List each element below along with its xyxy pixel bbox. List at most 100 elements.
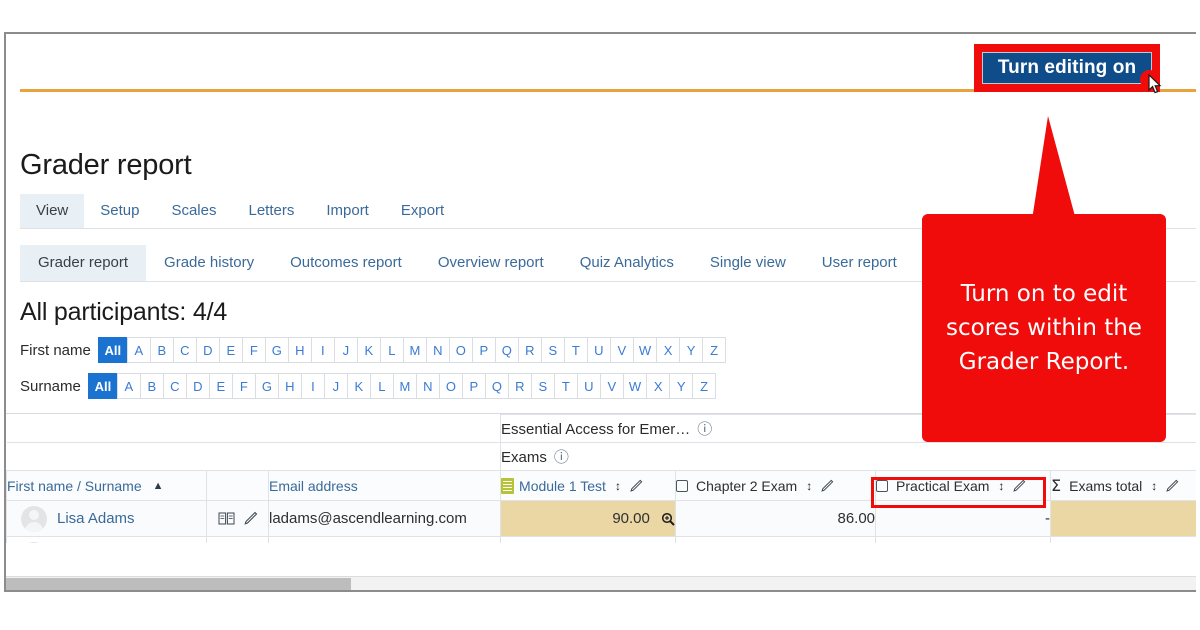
sort-toggle-icon[interactable]: ↕ xyxy=(806,479,812,493)
surname-filter-b[interactable]: B xyxy=(140,373,164,399)
sort-toggle-icon[interactable]: ↕ xyxy=(998,479,1004,493)
first-name-filter-o[interactable]: O xyxy=(449,337,473,363)
surname-filter-z[interactable]: Z xyxy=(692,373,716,399)
first-name-filter-g[interactable]: G xyxy=(265,337,289,363)
surname-filter-g[interactable]: G xyxy=(255,373,279,399)
tab-import[interactable]: Import xyxy=(310,194,385,228)
surname-filter-n[interactable]: N xyxy=(416,373,440,399)
first-name-filter-t[interactable]: T xyxy=(564,337,588,363)
practical-checkbox[interactable] xyxy=(876,480,888,492)
grade-cell-chapter2[interactable]: 79.00 xyxy=(676,537,876,544)
first-name-filter-f[interactable]: F xyxy=(242,337,266,363)
surname-filter-c[interactable]: C xyxy=(163,373,187,399)
first-name-filter-k[interactable]: K xyxy=(357,337,381,363)
first-name-filter-b[interactable]: B xyxy=(150,337,174,363)
surname-filter-r[interactable]: R xyxy=(508,373,532,399)
surname-filter-u[interactable]: U xyxy=(577,373,601,399)
first-name-filter-m[interactable]: M xyxy=(403,337,427,363)
surname-filter-v[interactable]: V xyxy=(600,373,624,399)
tab-outcomes-report[interactable]: Outcomes report xyxy=(272,245,420,281)
grade-cell-practical[interactable]: - xyxy=(876,501,1051,537)
surname-filter-all[interactable]: All xyxy=(88,373,118,399)
surname-filter-o[interactable]: O xyxy=(439,373,463,399)
first-name-filter-c[interactable]: C xyxy=(173,337,197,363)
grade-cell-module1[interactable]: - xyxy=(501,537,676,544)
first-name-filter-all[interactable]: All xyxy=(98,337,128,363)
first-name-filter-y[interactable]: Y xyxy=(679,337,703,363)
first-name-filter-e[interactable]: E xyxy=(219,337,243,363)
tab-quiz-analytics[interactable]: Quiz Analytics xyxy=(562,245,692,281)
collapse-category-icon[interactable]: ⓘ xyxy=(554,446,569,467)
gradebook-book-icon[interactable] xyxy=(218,511,235,526)
sort-toggle-icon[interactable]: ↕ xyxy=(615,479,621,493)
first-name-filter-l[interactable]: L xyxy=(380,337,404,363)
module1-link[interactable]: Module 1 Test xyxy=(519,478,606,494)
tab-single-view[interactable]: Single view xyxy=(692,245,804,281)
tab-setup[interactable]: Setup xyxy=(84,194,155,228)
tab-export[interactable]: Export xyxy=(385,194,460,228)
tab-grade-history[interactable]: Grade history xyxy=(146,245,272,281)
scrollbar-thumb[interactable] xyxy=(6,578,351,590)
zoom-in-icon[interactable] xyxy=(661,512,675,526)
first-name-filter-j[interactable]: J xyxy=(334,337,358,363)
first-name-filter-r[interactable]: R xyxy=(518,337,542,363)
edit-pencil-icon[interactable] xyxy=(1165,479,1179,493)
surname-filter-f[interactable]: F xyxy=(232,373,256,399)
student-name-cell: Michelle Doe xyxy=(7,537,207,544)
first-name-filter-s[interactable]: S xyxy=(541,337,565,363)
surname-filter-m[interactable]: M xyxy=(393,373,417,399)
tab-overview-report[interactable]: Overview report xyxy=(420,245,562,281)
surname-filter-y[interactable]: Y xyxy=(669,373,693,399)
turn-editing-on-button[interactable]: Turn editing on xyxy=(982,52,1152,84)
grade-cell-chapter2[interactable]: 86.00 xyxy=(676,501,876,537)
surname-filter-l[interactable]: L xyxy=(370,373,394,399)
first-name-filter-h[interactable]: H xyxy=(288,337,312,363)
surname-filter-a[interactable]: A xyxy=(117,373,141,399)
first-name-filter-n[interactable]: N xyxy=(426,337,450,363)
surname-filter-e[interactable]: E xyxy=(209,373,233,399)
horizontal-scrollbar[interactable] xyxy=(6,576,1196,590)
edit-pencil-icon[interactable] xyxy=(629,479,643,493)
first-name-filter-a[interactable]: A xyxy=(127,337,151,363)
surname-filter-p[interactable]: P xyxy=(462,373,486,399)
tab-view[interactable]: View xyxy=(20,194,84,228)
first-name-filter-d[interactable]: D xyxy=(196,337,220,363)
first-name-filter-w[interactable]: W xyxy=(633,337,657,363)
tab-user-report[interactable]: User report xyxy=(804,245,915,281)
surname-filter-t[interactable]: T xyxy=(554,373,578,399)
name-sort-link[interactable]: First name / Surname xyxy=(7,478,142,494)
category-header-cell: Examsⓘ xyxy=(501,443,1196,471)
sigma-icon: Σ xyxy=(1051,476,1061,495)
surname-filter-j[interactable]: J xyxy=(324,373,348,399)
surname-filter-s[interactable]: S xyxy=(531,373,555,399)
collapse-course-icon[interactable]: ⓘ xyxy=(697,418,712,439)
tab-grader-report[interactable]: Grader report xyxy=(20,245,146,281)
email-sort-link[interactable]: Email address xyxy=(269,478,358,494)
grade-cell-module1[interactable]: 90.00 xyxy=(501,501,676,537)
first-name-filter-i[interactable]: I xyxy=(311,337,335,363)
surname-filter-k[interactable]: K xyxy=(347,373,371,399)
surname-filter-i[interactable]: I xyxy=(301,373,325,399)
surname-filter-q[interactable]: Q xyxy=(485,373,509,399)
grade-cell-practical[interactable]: - xyxy=(876,537,1051,544)
first-name-filter-v[interactable]: V xyxy=(610,337,634,363)
surname-filter-h[interactable]: H xyxy=(278,373,302,399)
first-name-filter-q[interactable]: Q xyxy=(495,337,519,363)
first-name-filter-x[interactable]: X xyxy=(656,337,680,363)
edit-pencil-icon[interactable] xyxy=(243,511,258,526)
surname-filter-x[interactable]: X xyxy=(646,373,670,399)
first-name-filter-u[interactable]: U xyxy=(587,337,611,363)
surname-filter-w[interactable]: W xyxy=(623,373,647,399)
student-name-link[interactable]: Lisa Adams xyxy=(57,510,135,527)
tab-letters[interactable]: Letters xyxy=(232,194,310,228)
chapter2-checkbox[interactable] xyxy=(676,480,688,492)
tab-scales[interactable]: Scales xyxy=(155,194,232,228)
sort-ascending-icon[interactable]: ▲ xyxy=(153,480,164,492)
first-name-filter-p[interactable]: P xyxy=(472,337,496,363)
edit-pencil-icon[interactable] xyxy=(1012,479,1026,493)
sort-toggle-icon[interactable]: ↕ xyxy=(1151,479,1157,493)
surname-filter-d[interactable]: D xyxy=(186,373,210,399)
chapter2-label: Chapter 2 Exam xyxy=(696,478,797,494)
first-name-filter-z[interactable]: Z xyxy=(702,337,726,363)
edit-pencil-icon[interactable] xyxy=(820,479,834,493)
